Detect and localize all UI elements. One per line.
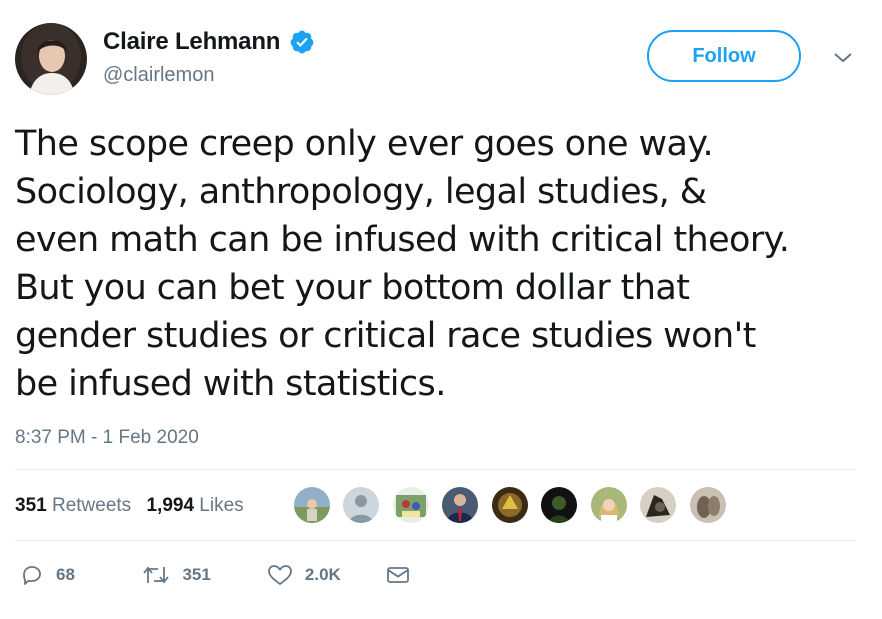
likes-label: Likes bbox=[199, 495, 244, 516]
author-avatar[interactable] bbox=[15, 23, 87, 95]
likes-stat[interactable]: 1,994 Likes bbox=[146, 495, 243, 517]
liker-avatar[interactable] bbox=[441, 486, 480, 524]
engagement-stats: 351 Retweets 1,994 Likes bbox=[15, 495, 254, 517]
liker-avatar[interactable] bbox=[540, 486, 579, 524]
liker-avatar[interactable] bbox=[293, 486, 331, 524]
retweets-label: Retweets bbox=[51, 495, 132, 516]
retweet-button[interactable]: 351 bbox=[142, 563, 262, 587]
liker-avatar[interactable] bbox=[342, 486, 381, 524]
retweets-count: 351 bbox=[15, 495, 47, 516]
tweet-card: Claire Lehmann @clairlemon Follow The sc… bbox=[0, 0, 882, 619]
liker-facepile bbox=[293, 486, 734, 524]
tweet-text: The scope creep only ever goes one way. … bbox=[15, 124, 790, 404]
tweet-timestamp[interactable]: 8:37 PM - 1 Feb 2020 bbox=[15, 427, 199, 449]
envelope-icon bbox=[387, 567, 410, 583]
reply-button[interactable]: 68 bbox=[20, 563, 138, 587]
like-button[interactable]: 2.0K bbox=[267, 563, 381, 587]
liker-avatar[interactable] bbox=[639, 486, 678, 524]
liker-avatar[interactable] bbox=[490, 486, 529, 524]
like-count: 2.0K bbox=[304, 565, 341, 584]
reply-count: 68 bbox=[56, 565, 75, 584]
follow-button[interactable]: Follow bbox=[647, 30, 801, 82]
tweet-actions: 68 351 2.0K bbox=[20, 563, 411, 587]
liker-avatar[interactable] bbox=[688, 486, 727, 524]
heart-icon bbox=[268, 565, 292, 585]
retweet-icon bbox=[143, 566, 170, 584]
author-display-name[interactable]: Claire Lehmann bbox=[103, 28, 280, 56]
liker-avatar[interactable] bbox=[391, 486, 430, 524]
likes-count: 1,994 bbox=[146, 495, 195, 516]
author-handle[interactable]: @clairlemon bbox=[103, 64, 315, 87]
retweet-count: 351 bbox=[182, 565, 211, 584]
retweets-stat[interactable]: 351 Retweets bbox=[15, 495, 131, 517]
liker-avatar[interactable] bbox=[589, 486, 628, 524]
direct-message-button[interactable] bbox=[385, 563, 411, 587]
author-info: Claire Lehmann @clairlemon bbox=[103, 28, 315, 87]
chevron-down-icon[interactable] bbox=[832, 50, 854, 66]
verified-badge-icon bbox=[290, 30, 314, 54]
divider bbox=[15, 540, 855, 541]
reply-icon bbox=[23, 566, 41, 585]
divider bbox=[15, 469, 855, 470]
